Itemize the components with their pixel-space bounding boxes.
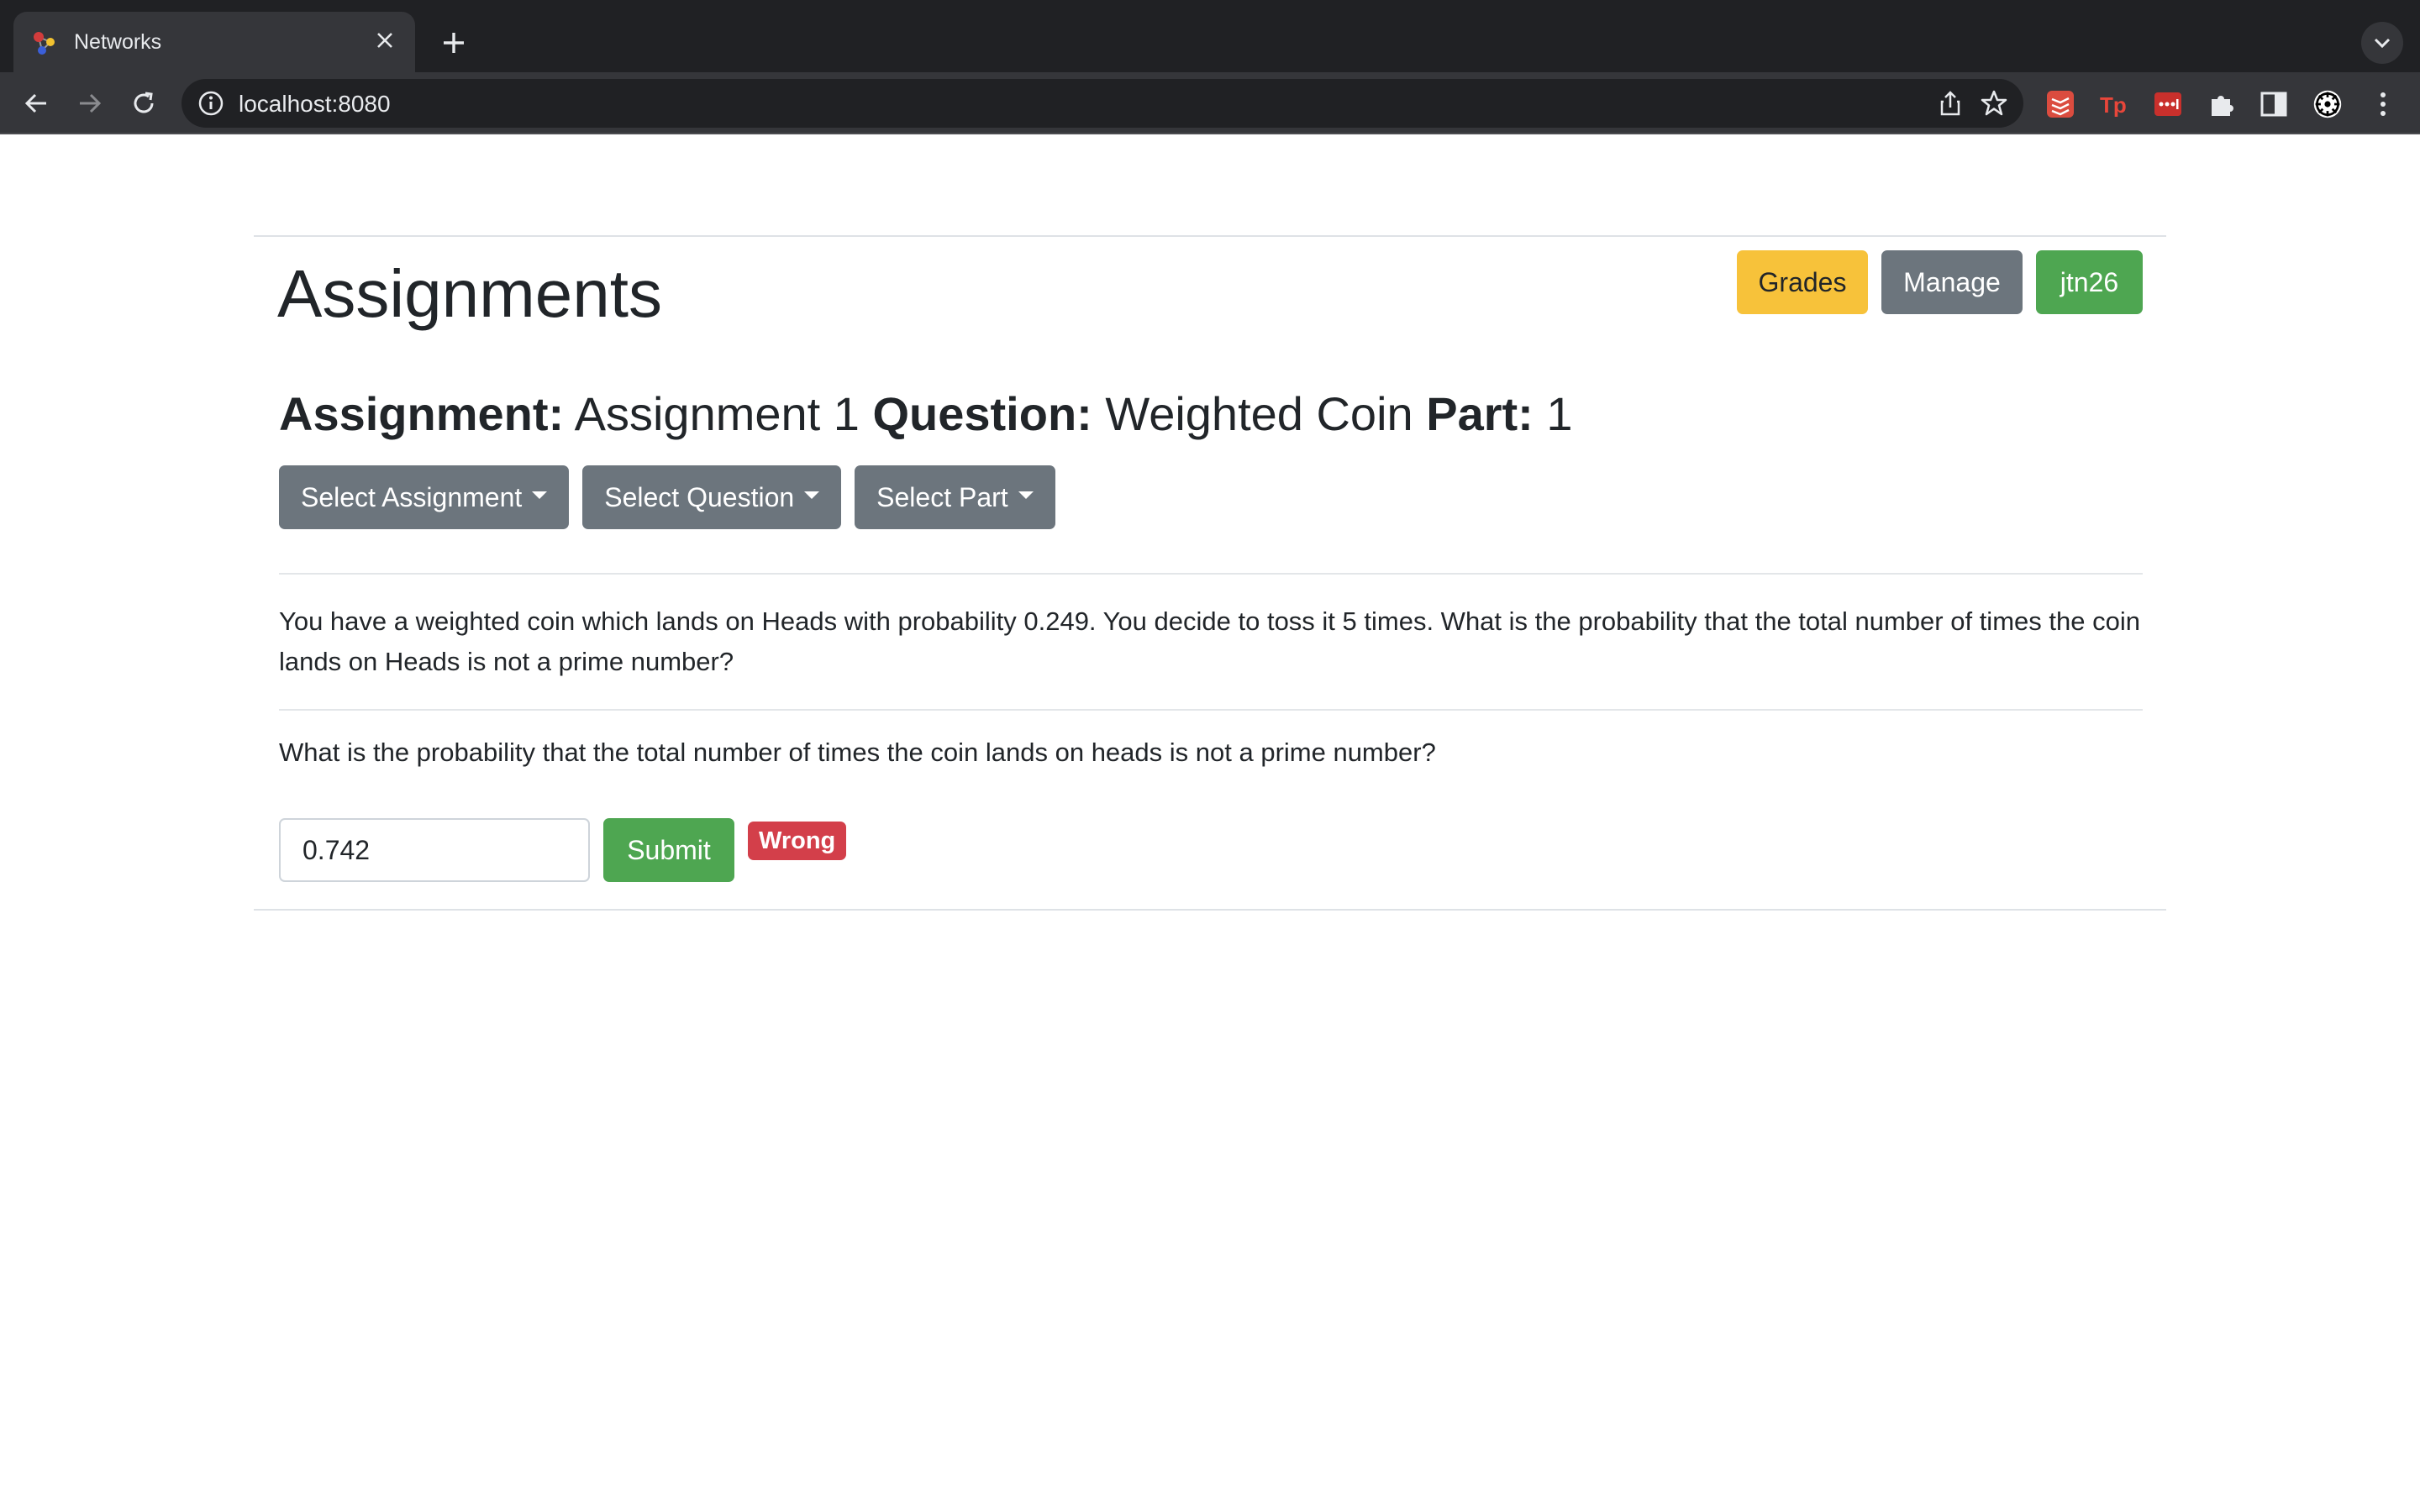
part-value: 1: [1546, 387, 1573, 440]
grades-button[interactable]: Grades: [1737, 250, 1868, 314]
part-question-text: What is the probability that the total n…: [279, 738, 1436, 767]
bottom-divider: [254, 909, 2166, 911]
back-arrow-icon: [24, 93, 46, 113]
url-text: localhost:8080: [239, 91, 391, 117]
select-part-dropdown[interactable]: Select Part: [855, 465, 1055, 529]
page-title: Assignments: [277, 256, 662, 331]
info-icon[interactable]: [197, 89, 225, 118]
select-question-dropdown[interactable]: Select Question: [582, 465, 842, 529]
chevron-down-icon: [2374, 38, 2391, 49]
submit-button[interactable]: Submit: [603, 818, 734, 882]
tab-title: Networks: [74, 30, 162, 54]
question-value: Weighted Coin: [1105, 387, 1413, 440]
caret-down-icon: [1018, 491, 1034, 499]
extensions-puzzle-icon[interactable]: [2207, 89, 2237, 119]
gear-extension-icon[interactable]: [2312, 89, 2343, 119]
main-container: Assignments Grades Manage jtn26 Assignme…: [254, 235, 2166, 911]
result-badge: Wrong: [748, 822, 847, 860]
lastpass-extension-icon[interactable]: [2153, 89, 2183, 119]
top-button-group: Grades Manage jtn26: [1737, 250, 2143, 314]
bookmark-star-icon[interactable]: [1980, 89, 2008, 118]
side-panel-icon[interactable]: [2259, 89, 2289, 119]
select-assignment-dropdown[interactable]: Select Assignment: [279, 465, 570, 529]
caret-down-icon: [804, 491, 820, 499]
tab-search-button[interactable]: [2361, 22, 2403, 64]
address-bar[interactable]: localhost:8080: [182, 79, 2023, 128]
browser-toolbar: localhost:8080 Tp: [0, 72, 2420, 134]
select-assignment-label: Select Assignment: [301, 481, 523, 512]
page-content: Assignments Grades Manage jtn26 Assignme…: [0, 134, 2420, 1512]
reload-button[interactable]: [123, 82, 165, 124]
divider: [279, 709, 2143, 711]
answer-input[interactable]: [279, 818, 590, 882]
browser-menu-icon[interactable]: [2368, 89, 2398, 119]
share-icon[interactable]: [1936, 89, 1965, 118]
close-tab-icon[interactable]: [368, 24, 402, 57]
plus-icon: [444, 33, 464, 53]
divider: [279, 573, 2143, 575]
forward-button[interactable]: [69, 82, 111, 124]
select-question-label: Select Question: [604, 481, 795, 512]
browser-tab-strip: Networks: [0, 0, 2420, 72]
back-button[interactable]: [15, 82, 57, 124]
caret-down-icon: [532, 491, 548, 499]
assignment-label: Assignment:: [279, 387, 565, 440]
tp-extension-icon[interactable]: Tp: [2099, 89, 2129, 119]
question-label: Question:: [872, 387, 1092, 440]
part-label: Part:: [1426, 387, 1534, 440]
new-tab-button[interactable]: [430, 22, 477, 64]
networks-favicon-icon: [34, 32, 55, 55]
user-button[interactable]: jtn26: [2036, 250, 2143, 314]
assignment-value: Assignment 1: [574, 387, 860, 440]
answer-form: Submit Wrong: [279, 818, 847, 882]
select-part-label: Select Part: [876, 481, 1008, 512]
assignment-heading: Assignment: Assignment 1 Question: Weigh…: [279, 386, 1573, 441]
manage-button[interactable]: Manage: [1881, 250, 2023, 314]
todoist-extension-icon[interactable]: [2045, 89, 2075, 119]
forward-arrow-icon: [80, 93, 102, 113]
selector-group: Select Assignment Select Question Select…: [279, 465, 1055, 529]
browser-tab[interactable]: Networks: [13, 12, 415, 72]
question-text: You have a weighted coin which lands on …: [279, 606, 2140, 676]
svg-text:Tp: Tp: [2100, 92, 2127, 117]
reload-icon: [134, 92, 154, 113]
